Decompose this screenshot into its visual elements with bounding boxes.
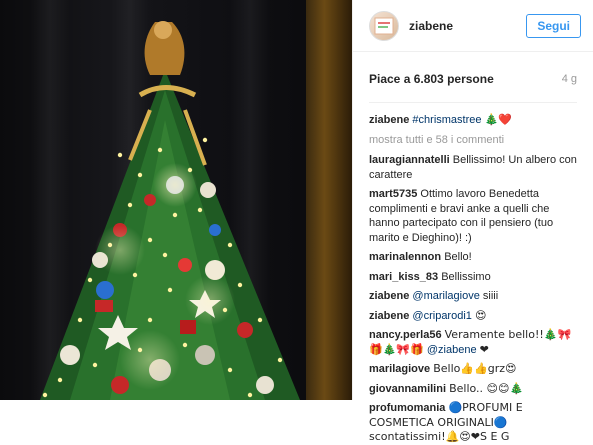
comment-username[interactable]: profumomania <box>369 402 445 414</box>
comment-username[interactable]: marilagiove <box>369 363 430 375</box>
comment-username[interactable]: mari_kiss_83 <box>369 271 438 283</box>
mention-link[interactable]: @ziabene <box>427 344 477 356</box>
comment-username[interactable]: marinalennon <box>369 251 441 263</box>
hashtag-link[interactable]: #chrismastree <box>412 114 481 126</box>
caption: ziabene #chrismastree 🎄❤️ <box>369 113 577 128</box>
comment: ziabene @criparodi1 😍 <box>369 309 577 324</box>
avatar[interactable] <box>369 10 399 41</box>
comment: marinalennon Bello! <box>369 250 577 265</box>
comment-emoji: ❤ <box>479 342 489 356</box>
comment: marilagiove Bello👍👍grz😍 <box>369 362 577 377</box>
comments-list: ziabene #chrismastree 🎄❤️ mostra tutti e… <box>353 103 593 445</box>
comment-text: Bello.. 😊😊🎄 <box>449 381 524 395</box>
comment-username[interactable]: giovannamilini <box>369 383 446 395</box>
likes-row: Piace a 6.803 persone 4 g <box>353 52 593 90</box>
post-header: ziabene Segui <box>353 0 593 52</box>
caption-emoji: 🎄❤️ <box>484 113 512 126</box>
comment-text: Bello👍👍grz😍 <box>433 362 517 375</box>
comment-username[interactable]: ziabene <box>369 310 409 322</box>
instagram-post: ziabene Segui Piace a 6.803 persone 4 g … <box>0 0 593 443</box>
post-photo[interactable] <box>0 0 352 400</box>
post-side-panel: ziabene Segui Piace a 6.803 persone 4 g … <box>352 0 593 443</box>
comment-text: Bello! <box>444 251 472 263</box>
comment: giovannamilini Bello.. 😊😊🎄 <box>369 382 577 397</box>
comment-username[interactable]: ziabene <box>369 114 409 126</box>
comment: ziabene @marilagiove siiii <box>369 289 577 304</box>
post-time[interactable]: 4 g <box>562 73 577 85</box>
comment-username[interactable]: ziabene <box>369 290 409 302</box>
comment: profumomania 🔵PROFUMI E COSMETICA ORIGIN… <box>369 401 577 445</box>
comment: mari_kiss_83 Bellissimo <box>369 270 577 285</box>
post-username[interactable]: ziabene <box>409 19 526 33</box>
mention-link[interactable]: @criparodi1 <box>412 310 471 322</box>
comment-text: Bellissimo <box>441 270 491 283</box>
comment-username[interactable]: nancy.perla56 <box>369 329 442 341</box>
comment-text: siiii <box>482 290 499 302</box>
comment: lauragiannatelli Bellissimo! Un albero c… <box>369 153 577 182</box>
likes-count[interactable]: Piace a 6.803 persone <box>369 72 494 86</box>
profile-picture-icon <box>374 17 394 34</box>
comment: nancy.perla56 Veramente bello!!🎄🎀🎁🎄🎀🎁 @z… <box>369 328 577 357</box>
comment-text: 😍 <box>474 308 487 322</box>
mention-link[interactable]: @marilagiove <box>412 290 479 302</box>
follow-button[interactable]: Segui <box>526 13 581 38</box>
christmas-tree-illustration <box>40 21 300 400</box>
comment-username[interactable]: lauragiannatelli <box>369 154 450 166</box>
show-all-comments-link[interactable]: mostra tutti e 58 i commenti <box>369 133 577 148</box>
comment-username[interactable]: mart5735 <box>369 188 417 200</box>
comment: mart5735 Ottimo lavoro Benedetta complim… <box>369 187 577 245</box>
